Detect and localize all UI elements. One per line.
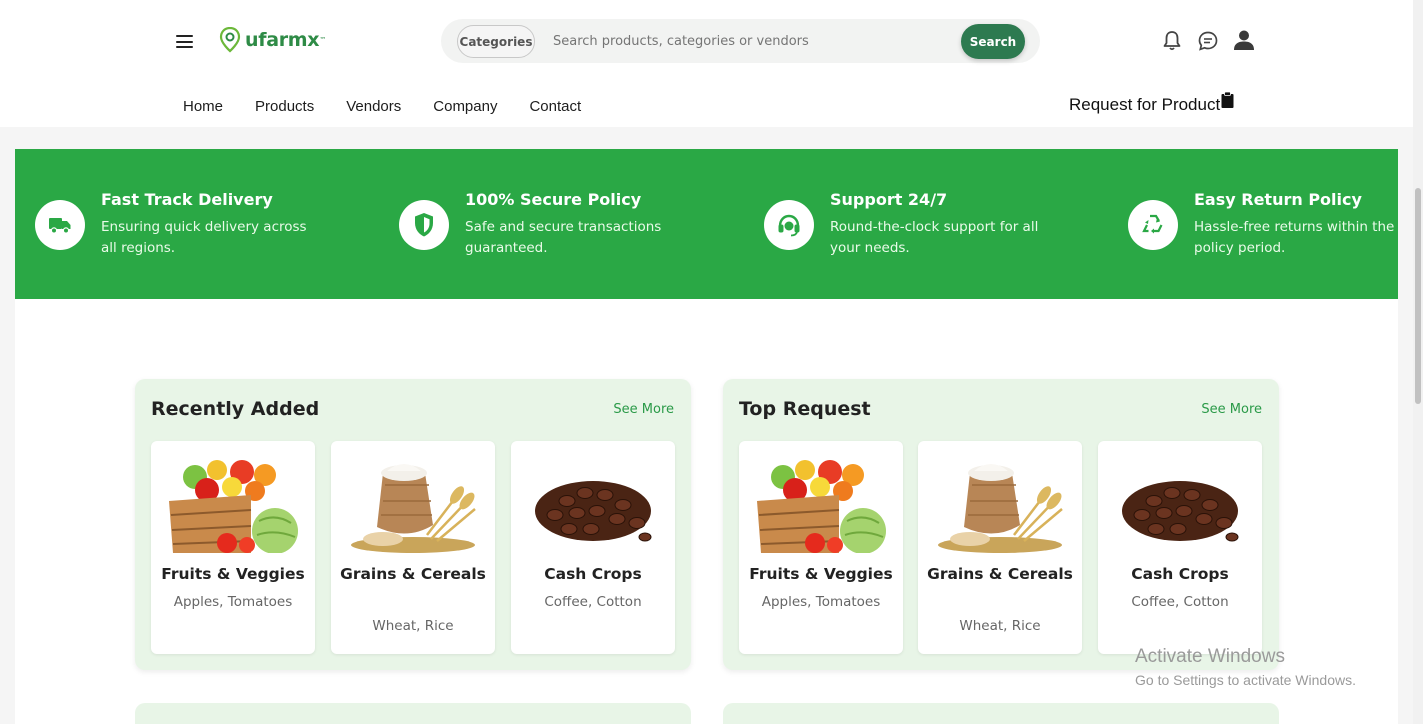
card-name: Fruits & Veggies xyxy=(749,565,893,583)
logo-text: ufarmx xyxy=(245,29,320,51)
chat-icon[interactable] xyxy=(1196,29,1220,53)
feature-title: Fast Track Delivery xyxy=(101,190,273,209)
feature-desc: Safe and secure transactions guaranteed. xyxy=(465,219,662,256)
logo[interactable]: ufarmx ™ xyxy=(219,27,326,53)
headset-icon xyxy=(764,200,814,250)
card-name: Cash Crops xyxy=(1131,565,1229,583)
feature-title: 100% Secure Policy xyxy=(465,190,642,209)
nav-contact[interactable]: Contact xyxy=(529,98,581,115)
category-card[interactable]: Cash Crops Coffee, Cotton xyxy=(1098,441,1262,654)
card-subtitle: Coffee, Cotton xyxy=(1131,594,1229,610)
vegetable-crate-image xyxy=(757,460,886,553)
card-subtitle: Coffee, Cotton xyxy=(544,594,642,610)
nav-vendors[interactable]: Vendors xyxy=(346,98,401,115)
page: ufarmx ™ Categories Search Home Products… xyxy=(0,0,1423,724)
recently-added-panel: Recently Added See More Fruits & Veggies… xyxy=(135,379,691,670)
see-more-link[interactable]: See More xyxy=(613,402,674,417)
activate-windows-watermark: Activate Windows Go to Settings to activ… xyxy=(1135,646,1356,688)
panel-title: Top Request xyxy=(739,398,871,420)
next-panel-right xyxy=(723,703,1279,724)
card-name: Cash Crops xyxy=(544,565,642,583)
coffee-beans-image xyxy=(1122,481,1239,542)
user-profile-icon[interactable] xyxy=(1232,28,1256,52)
logo-trademark: ™ xyxy=(319,36,327,44)
main-nav: Home Products Vendors Company Contact xyxy=(183,98,613,115)
feature-title: Support 24/7 xyxy=(830,190,948,209)
panel-title: Recently Added xyxy=(151,398,320,420)
feature-desc: Hassle-free returns within the policy pe… xyxy=(1194,219,1395,256)
category-card[interactable]: Grains & Cereals Wheat, Rice xyxy=(918,441,1082,654)
truck-icon xyxy=(35,200,85,250)
search-input[interactable] xyxy=(553,30,953,52)
grain-sack-image xyxy=(938,464,1063,553)
grain-sack-image xyxy=(351,464,476,553)
nav-company[interactable]: Company xyxy=(433,98,497,115)
top-request-panel: Top Request See More Fruits & Veggies Ap… xyxy=(723,379,1279,670)
hamburger-menu-icon[interactable] xyxy=(176,35,193,48)
clipboard-icon xyxy=(1221,92,1234,108)
watermark-title: Activate Windows xyxy=(1135,646,1285,667)
categories-button[interactable]: Categories xyxy=(457,25,535,58)
feature-title: Easy Return Policy xyxy=(1194,190,1362,209)
vertical-scrollbar[interactable] xyxy=(1413,0,1423,724)
features-banner: Fast Track Delivery Ensuring quick deliv… xyxy=(15,149,1398,299)
card-subtitle: Apples, Tomatoes xyxy=(173,594,293,610)
search-bar: Categories Search xyxy=(441,19,1040,63)
feature-desc: Round-the-clock support for all your nee… xyxy=(830,219,1039,256)
recycle-icon xyxy=(1128,200,1178,250)
request-label: Request for Product xyxy=(1069,95,1221,114)
location-pin-icon xyxy=(219,27,241,53)
card-name: Grains & Cereals xyxy=(340,565,486,583)
request-for-product-link[interactable]: Request for Product xyxy=(1069,92,1234,115)
card-subtitle: Apples, Tomatoes xyxy=(761,594,881,610)
vegetable-crate-image xyxy=(169,460,298,553)
category-card[interactable]: Fruits & Veggies Apples, Tomatoes xyxy=(151,441,315,654)
card-name: Grains & Cereals xyxy=(927,565,1073,583)
card-name: Fruits & Veggies xyxy=(161,565,305,583)
category-card[interactable]: Fruits & Veggies Apples, Tomatoes xyxy=(739,441,903,654)
coffee-beans-image xyxy=(535,481,652,542)
category-card[interactable]: Cash Crops Coffee, Cotton xyxy=(511,441,675,654)
bell-icon[interactable] xyxy=(1160,29,1184,53)
nav-products[interactable]: Products xyxy=(255,98,314,115)
shield-icon xyxy=(399,200,449,250)
scrollbar-thumb[interactable] xyxy=(1415,188,1421,404)
next-panel-left xyxy=(135,703,691,724)
card-subtitle: Wheat, Rice xyxy=(959,618,1041,634)
site-header: ufarmx ™ Categories Search Home Products… xyxy=(0,0,1413,127)
see-more-link[interactable]: See More xyxy=(1201,402,1262,417)
search-button[interactable]: Search xyxy=(961,24,1025,59)
feature-desc: Ensuring quick delivery across all regio… xyxy=(101,219,307,256)
card-subtitle: Wheat, Rice xyxy=(372,618,454,634)
nav-home[interactable]: Home xyxy=(183,98,223,115)
watermark-subtitle: Go to Settings to activate Windows. xyxy=(1135,672,1356,688)
category-card[interactable]: Grains & Cereals Wheat, Rice xyxy=(331,441,495,654)
